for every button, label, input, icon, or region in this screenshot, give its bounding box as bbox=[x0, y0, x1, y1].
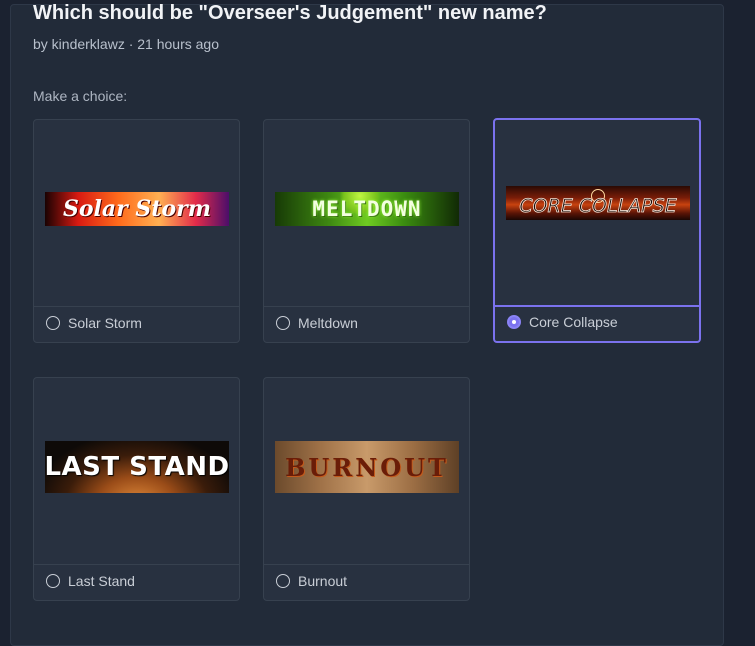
core-collapse-banner-image: CORE COLLAPSE bbox=[506, 186, 690, 220]
choice-prompt: Make a choice: bbox=[33, 88, 128, 104]
banner-text: LAST STAND bbox=[45, 452, 229, 482]
option-image-area: LAST STAND bbox=[34, 378, 239, 565]
option-footer[interactable]: Meltdown bbox=[264, 305, 469, 342]
banner-text: BURNOUT bbox=[285, 452, 449, 482]
banner-text: MELTDOWN bbox=[312, 197, 422, 221]
radio-button[interactable] bbox=[276, 574, 290, 588]
option-card-meltdown[interactable]: MELTDOWN Meltdown bbox=[263, 119, 470, 343]
option-card-last-stand[interactable]: LAST STAND Last Stand bbox=[33, 377, 240, 601]
option-card-solar-storm[interactable]: Solar Storm Solar Storm bbox=[33, 119, 240, 343]
option-label: Burnout bbox=[298, 573, 348, 589]
radio-button-selected[interactable] bbox=[507, 315, 521, 329]
option-footer[interactable]: Burnout bbox=[264, 563, 469, 600]
banner-text: Solar Storm bbox=[62, 196, 212, 222]
banner-text: CORE COLLAPSE bbox=[519, 195, 677, 218]
option-footer[interactable]: Core Collapse bbox=[495, 304, 699, 341]
radio-button[interactable] bbox=[276, 316, 290, 330]
solar-storm-banner-image: Solar Storm bbox=[45, 192, 229, 226]
option-image-area: BURNOUT bbox=[264, 378, 469, 565]
option-image-area: Solar Storm bbox=[34, 120, 239, 307]
option-card-burnout[interactable]: BURNOUT Burnout bbox=[263, 377, 470, 601]
option-image-area: CORE COLLAPSE bbox=[495, 120, 699, 307]
option-footer[interactable]: Solar Storm bbox=[34, 305, 239, 342]
option-label: Meltdown bbox=[298, 315, 358, 331]
option-label: Last Stand bbox=[68, 573, 135, 589]
poll-meta: by kinderklawz · 21 hours ago bbox=[33, 36, 219, 52]
radio-button[interactable] bbox=[46, 316, 60, 330]
radio-button[interactable] bbox=[46, 574, 60, 588]
meltdown-banner-image: MELTDOWN bbox=[275, 192, 459, 226]
option-label: Core Collapse bbox=[529, 314, 618, 330]
option-footer[interactable]: Last Stand bbox=[34, 563, 239, 600]
last-stand-banner-image: LAST STAND bbox=[45, 441, 229, 493]
option-label: Solar Storm bbox=[68, 315, 142, 331]
burnout-banner-image: BURNOUT bbox=[275, 441, 459, 493]
option-card-core-collapse[interactable]: CORE COLLAPSE Core Collapse bbox=[493, 118, 701, 343]
option-image-area: MELTDOWN bbox=[264, 120, 469, 307]
poll-title: Which should be "Overseer's Judgement" n… bbox=[33, 2, 547, 24]
